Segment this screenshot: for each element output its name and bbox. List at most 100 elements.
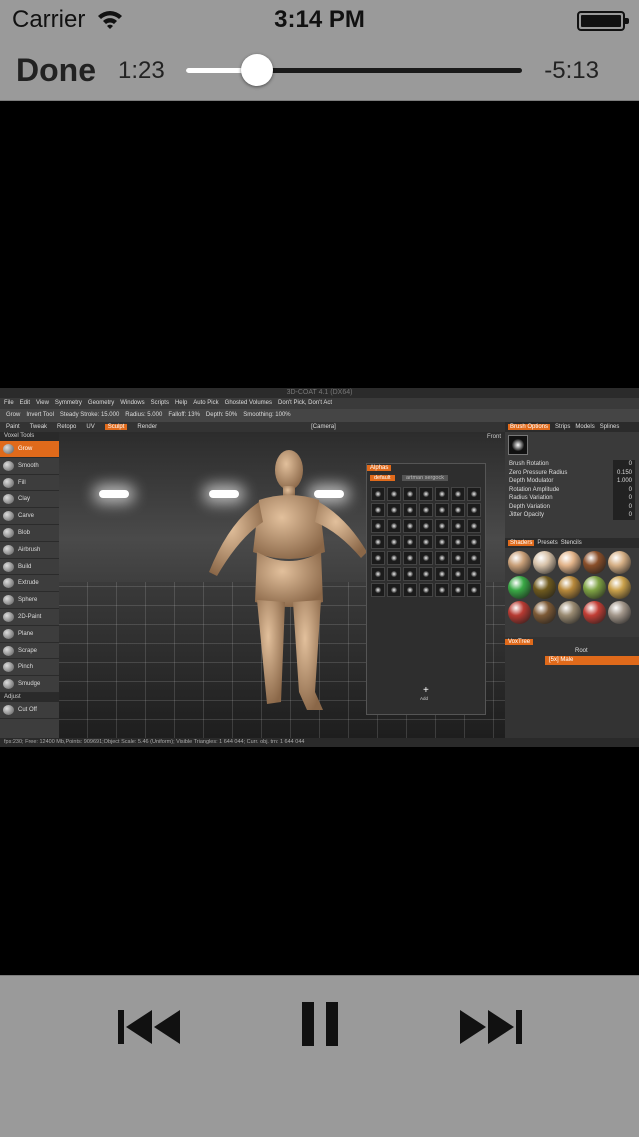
- alpha-thumbnail: [371, 487, 385, 501]
- shader-grid: [508, 551, 631, 624]
- room-tab: Paint: [6, 424, 20, 430]
- pause-icon[interactable]: [300, 1000, 340, 1048]
- right-panel: Brush Options Strips Models Splines Brush R…: [505, 422, 639, 738]
- battery-icon: [577, 11, 629, 31]
- alpha-thumbnail: [371, 519, 385, 533]
- alphas-tab-default: default: [370, 475, 395, 481]
- shader-ball: [558, 551, 581, 574]
- app-menu-item: Windows: [120, 400, 145, 406]
- alpha-thumbnail: [387, 487, 401, 501]
- alpha-thumbnail: [419, 503, 433, 517]
- voxtree-item: [5x] Male: [545, 656, 639, 665]
- voxel-tool-sphere: Sphere: [0, 592, 59, 609]
- alpha-thumbnail: [403, 567, 417, 581]
- shader-ball: [533, 551, 556, 574]
- video-frame[interactable]: 3D-COAT 4.1 (DX64) File Edit View Symmetry G…: [0, 388, 639, 747]
- voxel-tool-smooth: Smooth: [0, 458, 59, 475]
- player-top-bar: Done 1:23 -5:13: [0, 42, 639, 101]
- human-figure: [209, 450, 367, 710]
- alpha-thumbnail: [467, 583, 481, 597]
- room-tab: Retopo: [57, 424, 77, 430]
- alpha-grid: [367, 483, 485, 601]
- voxel-tool-2d-paint: 2D-Paint: [0, 609, 59, 626]
- right-panel-tab: Strips: [555, 424, 571, 430]
- voxel-tool-clay: Clay: [0, 491, 59, 509]
- add-alpha-icon: +: [423, 685, 429, 696]
- alpha-thumbnail: [371, 535, 385, 549]
- brush-option-row: Jitter Opacity 0: [509, 511, 635, 520]
- view-label: Front: [486, 434, 501, 440]
- shader-ball: [608, 601, 631, 624]
- app-menu-item: Geometry: [87, 400, 115, 406]
- skip-back-icon[interactable]: [118, 1008, 184, 1046]
- alpha-thumbnail: [451, 535, 465, 549]
- app-title: 3D-COAT 4.1 (DX64): [0, 388, 639, 398]
- shader-ball: [583, 601, 606, 624]
- app-menu-item: View: [36, 400, 49, 406]
- alpha-thumbnail: [403, 583, 417, 597]
- alpha-thumbnail: [435, 487, 449, 501]
- alphas-tab-other: artman sergock: [402, 475, 448, 481]
- alpha-thumbnail: [451, 551, 465, 565]
- app-menu-item: Edit: [19, 400, 31, 406]
- alpha-thumbnail: [403, 503, 417, 517]
- app-menu-item: Don't Pick, Don't Act: [278, 400, 333, 406]
- alphas-title: Alphas: [367, 465, 392, 471]
- add-alpha-label: Add: [420, 696, 429, 701]
- brush-preview: [508, 435, 528, 455]
- voxel-tool-airbrush: Airbrush: [0, 542, 59, 559]
- tool-options-bar: Grow Invert Tool Steady Stroke: 15.000 Radi…: [0, 409, 639, 422]
- status-bar: Carrier 3:14 PM: [0, 0, 639, 42]
- voxel-tool-smudge: Smudge: [0, 676, 59, 693]
- adjust-header: Adjust: [0, 692, 59, 702]
- alpha-thumbnail: [387, 567, 401, 581]
- shader-ball: [508, 551, 531, 574]
- voxel-tool-fill: Fill: [0, 475, 59, 492]
- shader-ball: [533, 576, 556, 599]
- right-panel-tabs: Brush Options Strips Models Splines: [505, 422, 639, 432]
- alpha-thumbnail: [387, 519, 401, 533]
- app-menu-item: File: [4, 400, 14, 406]
- alpha-thumbnail: [387, 503, 401, 517]
- right-panel-tab: Splines: [599, 424, 620, 430]
- shader-ball: [508, 601, 531, 624]
- brush-option-row: Zero Pressure Radius 0.150: [509, 468, 635, 477]
- ceiling-light: [99, 490, 129, 498]
- alpha-thumbnail: [403, 487, 417, 501]
- shader-ball: [558, 576, 581, 599]
- alpha-thumbnail: [435, 535, 449, 549]
- app-menu-bar: File Edit View Symmetry Geometry Windows Scrip…: [0, 398, 639, 409]
- alpha-thumbnail: [403, 535, 417, 549]
- voxel-tool-pinch: Pinch: [0, 659, 59, 677]
- app-menu-item: Help: [174, 400, 188, 406]
- alpha-thumbnail: [371, 551, 385, 565]
- skip-forward-icon[interactable]: [456, 1008, 522, 1046]
- tool-option: Depth: 50%: [205, 412, 238, 418]
- playback-controls: [0, 975, 639, 1137]
- elapsed-time: 1:23: [118, 57, 165, 84]
- shader-tabs: Shaders Presets Stencils: [505, 538, 639, 548]
- shader-tab: Shaders: [508, 540, 535, 546]
- alpha-thumbnail: [435, 567, 449, 581]
- scrubber-track[interactable]: [186, 68, 522, 73]
- alpha-thumbnail: [435, 583, 449, 597]
- brush-option-row: Brush Rotation 0: [509, 460, 635, 469]
- shader-tab: Presets: [537, 540, 558, 546]
- done-button[interactable]: Done: [16, 52, 96, 89]
- voxtree-title: VoxTree: [505, 639, 534, 645]
- remaining-time: -5:13: [544, 57, 599, 84]
- shader-ball: [608, 551, 631, 574]
- alpha-thumbnail: [467, 503, 481, 517]
- voxel-tool-extrude: Extrude: [0, 575, 59, 593]
- shader-tab: Stencils: [560, 540, 582, 546]
- alpha-thumbnail: [419, 583, 433, 597]
- alpha-thumbnail: [435, 551, 449, 565]
- camera-label: [Camera]: [311, 424, 336, 430]
- app-menu-item: Symmetry: [54, 400, 82, 406]
- alpha-thumbnail: [387, 551, 401, 565]
- alpha-thumbnail: [451, 503, 465, 517]
- alpha-thumbnail: [435, 503, 449, 517]
- tool-option: Radius: 5.000: [125, 412, 163, 418]
- scrubber-thumb[interactable]: [240, 54, 273, 86]
- right-panel-tab: Brush Options: [508, 424, 551, 430]
